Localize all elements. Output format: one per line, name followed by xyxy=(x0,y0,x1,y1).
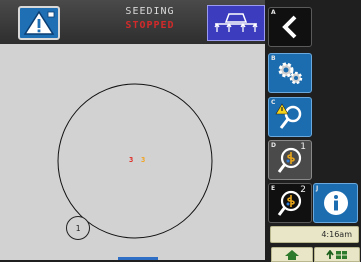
field-map[interactable]: 3 3 1 xyxy=(0,44,265,260)
button-letter-a: A xyxy=(271,9,276,16)
button-letter-c: C xyxy=(271,99,276,106)
monitor-number-1: 1 xyxy=(300,142,306,152)
button-letter-j: J xyxy=(316,185,319,192)
button-letter-e: E xyxy=(271,185,276,192)
planter-button[interactable] xyxy=(207,5,265,41)
info-button[interactable]: J xyxy=(313,183,358,223)
back-arrow-icon xyxy=(282,15,297,39)
field-boundary-circle xyxy=(57,83,213,239)
row-indicator-b: 3 xyxy=(141,156,146,164)
button-letter-b: B xyxy=(271,55,276,62)
layout-icon xyxy=(326,249,347,259)
field-boundary-drawing xyxy=(57,83,213,239)
seeding-status: SEEDING STOPPED xyxy=(90,5,210,33)
seed-monitor-2-button[interactable]: E 2 xyxy=(268,183,312,223)
top-bar: SEEDING STOPPED xyxy=(0,0,265,44)
diagnostics-icon xyxy=(275,103,302,129)
planter-icon xyxy=(214,13,258,32)
alert-icon xyxy=(23,10,55,35)
settings-gears-icon xyxy=(278,62,303,85)
button-letter-d: D xyxy=(271,142,276,149)
boundary-badge[interactable]: 1 xyxy=(66,216,90,240)
row-indicator-a: 3 xyxy=(129,156,134,164)
seed-monitor-1-button[interactable]: D 1 xyxy=(268,140,312,180)
back-button[interactable]: A xyxy=(268,7,312,47)
monitor-number-2: 2 xyxy=(300,185,306,195)
clock-display: 4:16am xyxy=(270,226,359,243)
alert-button[interactable] xyxy=(18,6,60,40)
info-icon xyxy=(323,191,348,215)
status-value: STOPPED xyxy=(125,20,175,31)
status-title: SEEDING xyxy=(125,6,175,17)
diagnostics-button[interactable]: C xyxy=(268,97,312,137)
settings-button[interactable]: B xyxy=(268,53,312,93)
home-icon xyxy=(285,249,299,260)
